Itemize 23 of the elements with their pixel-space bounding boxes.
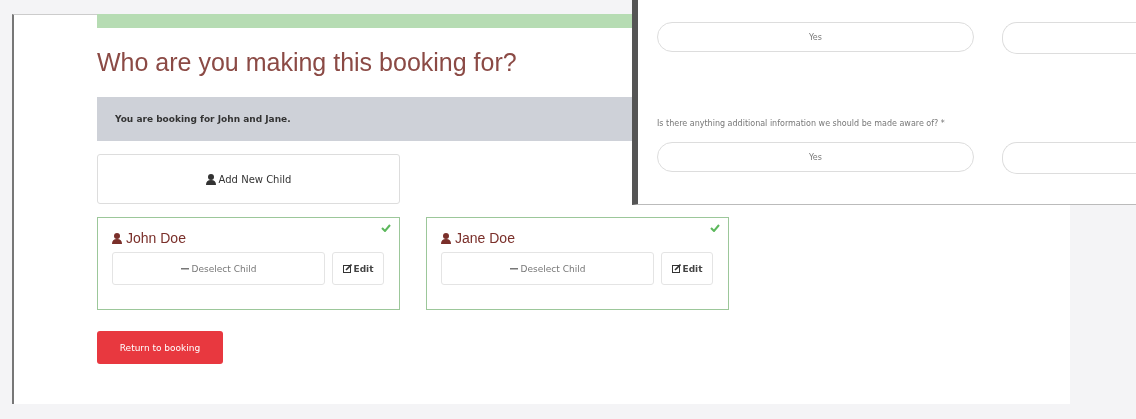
minus-icon <box>509 268 518 270</box>
child-name: John Doe <box>126 230 186 246</box>
page-heading: Who are you making this booking for? <box>97 48 518 77</box>
question-text: Is there anything additional information we should be made aware of? * <box>657 119 946 128</box>
edit-icon <box>342 264 352 273</box>
check-icon <box>381 224 391 232</box>
child-name: Jane Doe <box>455 230 515 246</box>
person-icon <box>112 232 122 244</box>
person-icon <box>441 232 451 244</box>
deselect-button[interactable]: Deselect Child <box>441 252 654 285</box>
edit-icon <box>671 264 681 273</box>
check-icon <box>710 224 720 232</box>
deselect-button[interactable]: Deselect Child <box>112 252 325 285</box>
add-child-button[interactable]: Add New Child <box>97 154 400 204</box>
edit-button[interactable]: Edit <box>332 252 384 285</box>
person-icon <box>205 173 216 185</box>
answer-button[interactable]: Yes <box>657 22 974 52</box>
minus-icon <box>180 268 189 270</box>
edit-button[interactable]: Edit <box>661 252 713 285</box>
child-card[interactable]: John Doe Deselect Child Edit <box>97 217 400 310</box>
return-button[interactable]: Return to booking <box>97 331 223 364</box>
child-card[interactable]: Jane Doe Deselect Child Edit <box>426 217 729 310</box>
answer-button[interactable]: Yes <box>657 142 974 172</box>
